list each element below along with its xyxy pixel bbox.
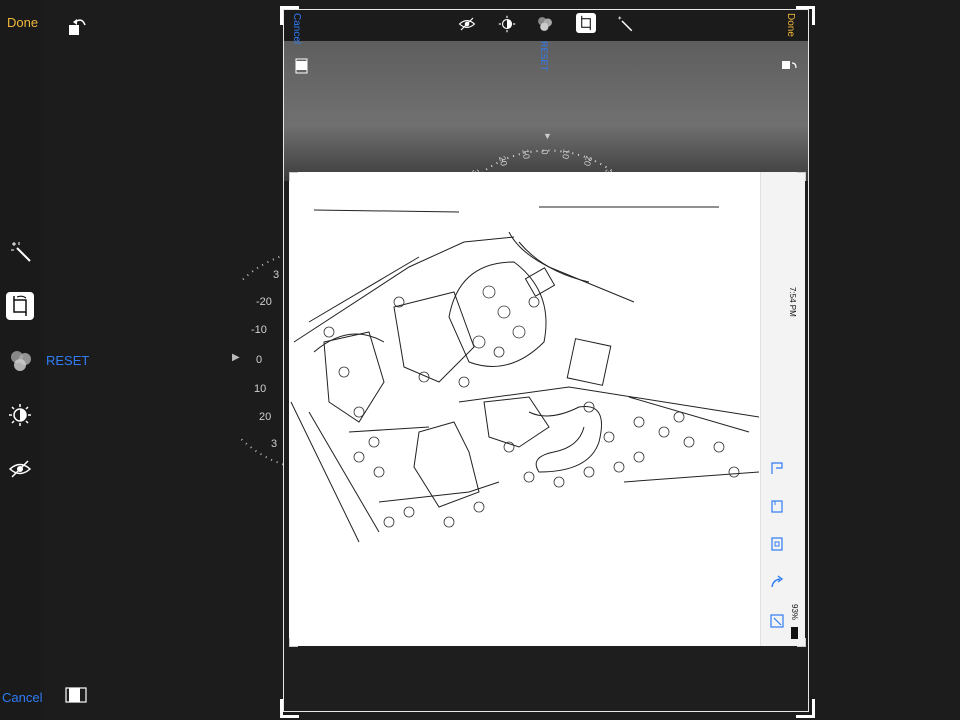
- cancel-button[interactable]: Cancel: [2, 690, 42, 705]
- magic-wand-icon[interactable]: [9, 240, 33, 264]
- light-adjust-icon[interactable]: [8, 403, 32, 427]
- dial-label: 3: [273, 269, 280, 281]
- color-filters-icon[interactable]: [8, 348, 34, 374]
- crop-handle-top-left[interactable]: [280, 6, 299, 25]
- reset-button[interactable]: RESET: [46, 353, 89, 368]
- rotate-icon[interactable]: [66, 15, 90, 39]
- done-button[interactable]: Done: [7, 15, 38, 30]
- crop-frame[interactable]: [283, 9, 809, 712]
- dial-label: 0: [256, 354, 263, 366]
- dial-pointer-icon: ▶: [232, 352, 240, 363]
- hide-eye-icon[interactable]: [8, 457, 32, 481]
- dial-label: -20: [256, 296, 272, 308]
- aspect-ratio-icon[interactable]: [65, 686, 89, 704]
- dial-label: 3: [271, 438, 278, 450]
- crop-handle-bottom-right[interactable]: [796, 699, 815, 718]
- crop-handle-bottom-left[interactable]: [280, 699, 299, 718]
- dial-label: 10: [254, 383, 267, 395]
- dial-label: -10: [251, 324, 267, 336]
- dial-label: 20: [259, 411, 272, 423]
- crop-handle-top-right[interactable]: [796, 6, 815, 25]
- crop-icon[interactable]: [6, 292, 34, 320]
